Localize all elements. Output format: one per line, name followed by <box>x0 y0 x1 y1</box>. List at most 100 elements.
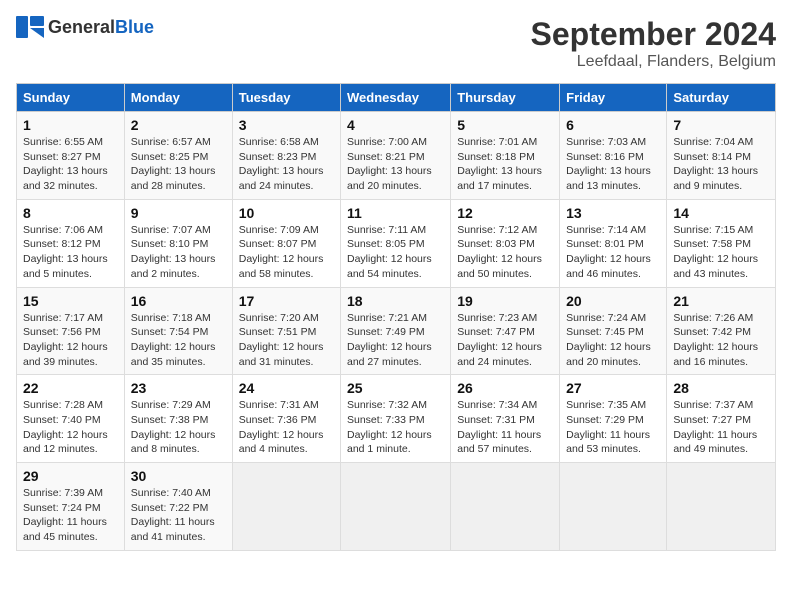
day-info: Sunrise: 7:39 AMSunset: 7:24 PMDaylight:… <box>23 486 118 545</box>
day-number: 14 <box>673 205 769 221</box>
calendar-cell: 21 Sunrise: 7:26 AMSunset: 7:42 PMDayligh… <box>667 287 776 375</box>
calendar-cell: 3Sunrise: 6:58 AMSunset: 8:23 PMDaylight… <box>232 112 340 200</box>
calendar-header: Sunday Monday Tuesday Wednesday Thursday… <box>17 84 776 112</box>
calendar-cell: 19Sunrise: 7:23 AMSunset: 7:47 PMDayligh… <box>451 287 560 375</box>
day-info: Sunrise: 7:09 AMSunset: 8:07 PMDaylight:… <box>239 223 334 282</box>
day-number: 3 <box>239 117 334 133</box>
header-row: Sunday Monday Tuesday Wednesday Thursday… <box>17 84 776 112</box>
calendar-cell: 1 Sunrise: 6:55 AMSunset: 8:27 PMDaylight… <box>17 112 125 200</box>
subtitle: Leefdaal, Flanders, Belgium <box>531 53 776 71</box>
calendar-cell: 28 Sunrise: 7:37 AMSunset: 7:27 PMDayligh… <box>667 375 776 463</box>
calendar-cell: 11 Sunrise: 7:11 AMSunset: 8:05 PMDayligh… <box>341 199 451 287</box>
calendar-row: 15 Sunrise: 7:17 AMSunset: 7:56 PMDayligh… <box>17 287 776 375</box>
calendar-cell <box>667 463 776 551</box>
calendar-cell: 7 Sunrise: 7:04 AMSunset: 8:14 PMDaylight… <box>667 112 776 200</box>
day-info: Sunrise: 7:20 AMSunset: 7:51 PMDaylight:… <box>239 311 334 370</box>
header-friday: Friday <box>560 84 667 112</box>
day-number: 18 <box>347 293 444 309</box>
day-info: Sunrise: 7:12 AMSunset: 8:03 PMDaylight:… <box>457 223 553 282</box>
day-info: Sunrise: 7:40 AMSunset: 7:22 PMDaylight:… <box>131 486 226 545</box>
day-info: Sunrise: 7:26 AMSunset: 7:42 PMDaylight:… <box>673 311 769 370</box>
day-info: Sunrise: 7:24 AMSunset: 7:45 PMDaylight:… <box>566 311 660 370</box>
day-number: 7 <box>673 117 769 133</box>
day-info: Sunrise: 7:18 AMSunset: 7:54 PMDaylight:… <box>131 311 226 370</box>
day-info: Sunrise: 7:01 AMSunset: 8:18 PMDaylight:… <box>457 135 553 194</box>
calendar-cell <box>341 463 451 551</box>
header-thursday: Thursday <box>451 84 560 112</box>
calendar-cell: 12 Sunrise: 7:12 AMSunset: 8:03 PMDayligh… <box>451 199 560 287</box>
day-number: 24 <box>239 380 334 396</box>
calendar-cell: 18 Sunrise: 7:21 AMSunset: 7:49 PMDayligh… <box>341 287 451 375</box>
calendar-cell: 30 Sunrise: 7:40 AMSunset: 7:22 PMDayligh… <box>124 463 232 551</box>
day-number: 5 <box>457 117 553 133</box>
day-number: 13 <box>566 205 660 221</box>
header-monday: Monday <box>124 84 232 112</box>
day-number: 27 <box>566 380 660 396</box>
calendar-cell: 5 Sunrise: 7:01 AMSunset: 8:18 PMDaylight… <box>451 112 560 200</box>
day-info: Sunrise: 7:17 AMSunset: 7:56 PMDaylight:… <box>23 311 118 370</box>
calendar-cell: 23Sunrise: 7:29 AMSunset: 7:38 PMDayligh… <box>124 375 232 463</box>
day-info: Sunrise: 7:23 AMSunset: 7:47 PMDaylight:… <box>457 311 553 370</box>
logo-svg-icon <box>16 16 44 38</box>
calendar-cell: 17 Sunrise: 7:20 AMSunset: 7:51 PMDayligh… <box>232 287 340 375</box>
day-number: 11 <box>347 205 444 221</box>
calendar-cell: 24Sunrise: 7:31 AMSunset: 7:36 PMDayligh… <box>232 375 340 463</box>
calendar-cell <box>451 463 560 551</box>
day-info: Sunrise: 7:15 AMSunset: 7:58 PMDaylight:… <box>673 223 769 282</box>
calendar-row: 29 Sunrise: 7:39 AMSunset: 7:24 PMDayligh… <box>17 463 776 551</box>
day-info: Sunrise: 7:14 AMSunset: 8:01 PMDaylight:… <box>566 223 660 282</box>
day-info: Sunrise: 7:35 AMSunset: 7:29 PMDaylight:… <box>566 398 660 457</box>
day-number: 21 <box>673 293 769 309</box>
day-number: 17 <box>239 293 334 309</box>
calendar-cell: 27 Sunrise: 7:35 AMSunset: 7:29 PMDayligh… <box>560 375 667 463</box>
calendar-cell: 8Sunrise: 7:06 AMSunset: 8:12 PMDaylight… <box>17 199 125 287</box>
day-info: Sunrise: 7:37 AMSunset: 7:27 PMDaylight:… <box>673 398 769 457</box>
day-info: Sunrise: 7:34 AMSunset: 7:31 PMDaylight:… <box>457 398 553 457</box>
calendar-cell: 2 Sunrise: 6:57 AMSunset: 8:25 PMDaylight… <box>124 112 232 200</box>
day-number: 12 <box>457 205 553 221</box>
day-number: 20 <box>566 293 660 309</box>
day-number: 25 <box>347 380 444 396</box>
day-info: Sunrise: 7:21 AMSunset: 7:49 PMDaylight:… <box>347 311 444 370</box>
day-info: Sunrise: 6:57 AMSunset: 8:25 PMDaylight:… <box>131 135 226 194</box>
logo-blue: Blue <box>115 17 154 37</box>
logo-text: GeneralBlue <box>48 17 154 38</box>
logo: GeneralBlue <box>16 16 154 38</box>
day-info: Sunrise: 7:32 AMSunset: 7:33 PMDaylight:… <box>347 398 444 457</box>
calendar-cell: 13 Sunrise: 7:14 AMSunset: 8:01 PMDayligh… <box>560 199 667 287</box>
calendar-cell <box>232 463 340 551</box>
day-number: 15 <box>23 293 118 309</box>
day-number: 16 <box>131 293 226 309</box>
calendar-cell <box>560 463 667 551</box>
logo-general: General <box>48 17 115 37</box>
calendar-cell: 16 Sunrise: 7:18 AMSunset: 7:54 PMDayligh… <box>124 287 232 375</box>
main-title: September 2024 <box>531 16 776 53</box>
calendar-cell: 10 Sunrise: 7:09 AMSunset: 8:07 PMDayligh… <box>232 199 340 287</box>
calendar-cell: 25 Sunrise: 7:32 AMSunset: 7:33 PMDayligh… <box>341 375 451 463</box>
title-block: September 2024 Leefdaal, Flanders, Belgi… <box>531 16 776 71</box>
day-info: Sunrise: 7:28 AMSunset: 7:40 PMDaylight:… <box>23 398 118 457</box>
day-number: 22 <box>23 380 118 396</box>
day-number: 2 <box>131 117 226 133</box>
day-number: 1 <box>23 117 118 133</box>
header-sunday: Sunday <box>17 84 125 112</box>
day-info: Sunrise: 7:29 AMSunset: 7:38 PMDaylight:… <box>131 398 226 457</box>
day-info: Sunrise: 7:04 AMSunset: 8:14 PMDaylight:… <box>673 135 769 194</box>
header: GeneralBlue September 2024 Leefdaal, Fla… <box>16 16 776 71</box>
day-number: 8 <box>23 205 118 221</box>
day-number: 10 <box>239 205 334 221</box>
calendar-cell: 22 Sunrise: 7:28 AMSunset: 7:40 PMDayligh… <box>17 375 125 463</box>
day-number: 4 <box>347 117 444 133</box>
day-info: Sunrise: 7:03 AMSunset: 8:16 PMDaylight:… <box>566 135 660 194</box>
calendar-body: 1 Sunrise: 6:55 AMSunset: 8:27 PMDaylight… <box>17 112 776 551</box>
header-wednesday: Wednesday <box>341 84 451 112</box>
header-saturday: Saturday <box>667 84 776 112</box>
day-info: Sunrise: 7:11 AMSunset: 8:05 PMDaylight:… <box>347 223 444 282</box>
calendar-table: Sunday Monday Tuesday Wednesday Thursday… <box>16 83 776 551</box>
day-info: Sunrise: 7:00 AMSunset: 8:21 PMDaylight:… <box>347 135 444 194</box>
calendar-cell: 6Sunrise: 7:03 AMSunset: 8:16 PMDaylight… <box>560 112 667 200</box>
day-info: Sunrise: 6:55 AMSunset: 8:27 PMDaylight:… <box>23 135 118 194</box>
day-number: 28 <box>673 380 769 396</box>
day-number: 29 <box>23 468 118 484</box>
day-number: 30 <box>131 468 226 484</box>
